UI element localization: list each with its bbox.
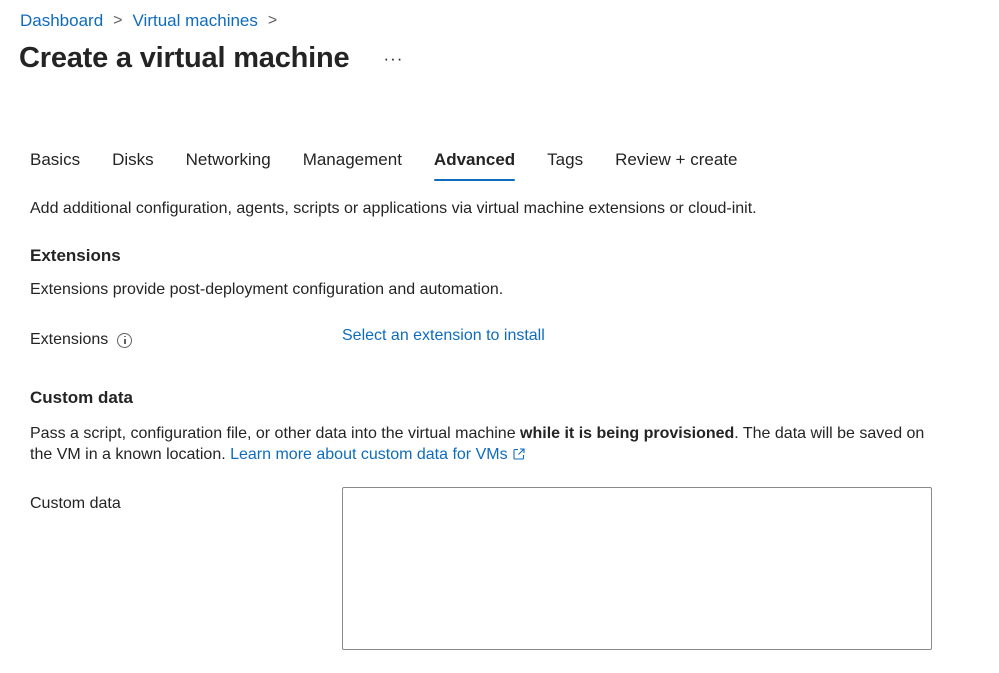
custom-data-desc-part1: Pass a script, configuration file, or ot… — [30, 425, 521, 442]
extensions-label-text: Extensions — [30, 331, 109, 348]
learn-more-label: Learn more about custom data for VMs — [230, 446, 508, 463]
extensions-section-title: Extensions — [30, 246, 121, 265]
page-title: Create a virtual machine — [19, 42, 350, 74]
tab-basics[interactable]: Basics — [30, 148, 80, 181]
tab-advanced[interactable]: Advanced — [433, 148, 516, 181]
custom-data-label-text: Custom data — [30, 495, 121, 512]
tab-bar: Basics Disks Networking Management Advan… — [30, 148, 769, 181]
more-options-icon[interactable]: ··· — [379, 49, 407, 69]
tab-networking[interactable]: Networking — [186, 148, 271, 181]
external-link-icon — [513, 448, 525, 460]
tab-tags[interactable]: Tags — [547, 148, 583, 181]
tab-disks[interactable]: Disks — [112, 148, 154, 181]
page-header: Create a virtual machine ··· — [19, 42, 407, 75]
tab-management[interactable]: Management — [303, 148, 402, 181]
breadcrumb-virtual-machines-link[interactable]: Virtual machines — [133, 10, 258, 32]
extensions-field-label: Extensions — [30, 329, 133, 351]
chevron-right-icon: > — [113, 12, 123, 29]
breadcrumb-dashboard-link[interactable]: Dashboard — [20, 10, 103, 32]
intro-text: Add additional configuration, agents, sc… — [30, 200, 757, 217]
extensions-description: Extensions provide post-deployment confi… — [30, 281, 504, 298]
custom-data-desc-bold: while it is being provisioned — [520, 425, 735, 442]
custom-data-section-title: Custom data — [30, 388, 133, 407]
select-extension-link[interactable]: Select an extension to install — [342, 325, 545, 347]
chevron-right-icon: > — [267, 12, 278, 29]
custom-data-description: Pass a script, configuration file, or ot… — [30, 423, 940, 465]
tab-review-create[interactable]: Review + create — [615, 148, 737, 181]
breadcrumb: Dashboard > Virtual machines > — [20, 10, 287, 32]
learn-more-custom-data-link[interactable]: Learn more about custom data for VMs — [230, 446, 525, 463]
custom-data-textarea[interactable] — [342, 487, 932, 650]
custom-data-field-label: Custom data — [30, 493, 121, 515]
info-icon[interactable] — [117, 332, 133, 348]
